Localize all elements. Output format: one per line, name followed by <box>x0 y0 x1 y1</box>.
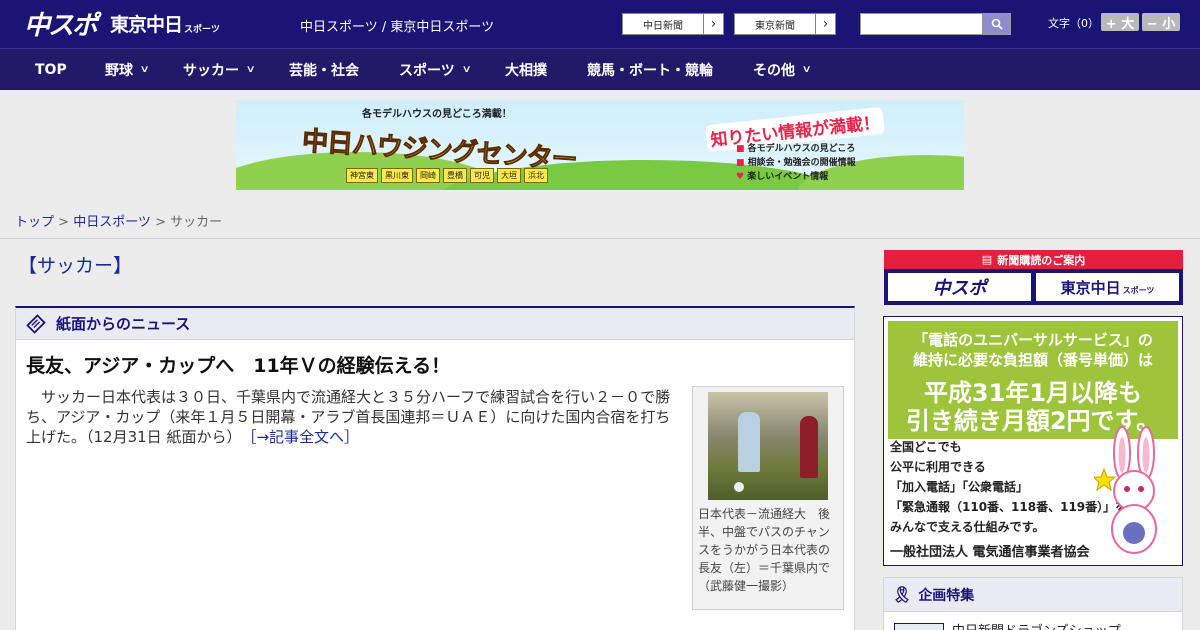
subscribe-tokyo-chunichi-button[interactable]: 東京中日 スポーツ <box>1036 273 1179 301</box>
banner-top-text: 各モデルハウスの見どころ満載！ <box>362 109 512 120</box>
news-panel-header: 紙面からのニュース <box>16 308 854 340</box>
universal-service-ad[interactable]: 「電話のユニバーサルサービス」の 維持に必要な負担額（番号単価）は 平成31年1… <box>883 316 1183 566</box>
bunny-mascot-icon <box>1094 426 1157 554</box>
search-input[interactable] <box>860 13 983 35</box>
nav-item-soccer[interactable]: サッカー ∨ <box>183 49 256 90</box>
nav-item-entertainment[interactable]: 芸能・社会 <box>289 49 359 90</box>
site-header: 中スポ 東京中日 スポーツ 中日スポーツ / 東京中日スポーツ 中日新聞 › 東… <box>0 0 1200 48</box>
subscribe-chusupo-button[interactable]: 中スポ <box>888 273 1031 301</box>
tokyo-shimbun-link[interactable]: 東京新聞 › <box>734 13 836 35</box>
font-larger-button[interactable]: + 大 <box>1101 13 1139 32</box>
nav-item-racing[interactable]: 競馬・ボート・競輪 <box>587 49 713 90</box>
ad-description: 全国どこでも 公平に利用できる 「加入電話」「公衆電話」 「緊急通報（110番、… <box>890 440 1128 534</box>
feature-title: 企画特集 <box>918 587 975 604</box>
search-icon <box>991 18 1003 30</box>
newspaper-icon <box>26 313 46 334</box>
chevron-right-icon: › <box>703 14 723 34</box>
news-section-label: 紙面からのニュース <box>56 315 191 333</box>
news-headline[interactable]: 長友、アジア・カップへ 11年Ｖの経験伝える！ <box>26 351 450 378</box>
chevron-down-icon: ∨ <box>801 64 812 75</box>
search-button[interactable] <box>982 13 1011 35</box>
logo-tokyo-chunichi: 東京中日 <box>110 13 183 36</box>
nav-item-baseball[interactable]: 野球 ∨ <box>105 49 150 90</box>
chevron-down-icon: ∨ <box>461 64 472 75</box>
calendar-icon: ■ <box>736 158 745 168</box>
news-photo-box: 日本代表－流通経大 後半、中盤でパスのチャンスをうかがう日本代表の長友（左）＝千… <box>692 386 844 610</box>
subscription-header: ▤ 新聞購読のご案内 <box>884 250 1183 269</box>
ribbon-icon: 🎗 <box>892 585 913 604</box>
news-panel: 紙面からのニュース 長友、アジア・カップへ 11年Ｖの経験伝える！ サッカー日本… <box>15 306 855 630</box>
breadcrumb: トップ > 中日スポーツ > サッカー <box>15 215 223 230</box>
feature-thumbnail <box>894 622 944 630</box>
main-nav: TOP 野球 ∨ サッカー ∨ 芸能・社会 スポーツ ∨ 大相撲 競馬・ボート・競輪 … <box>0 48 1200 90</box>
photo-caption: 日本代表－流通経大 後半、中盤でパスのチャンスをうかがう日本代表の長友（左）＝千… <box>698 507 831 593</box>
feature-item[interactable]: 中日新聞ドラゴンズショップ <box>894 620 1121 630</box>
heart-icon: ♥ <box>736 172 745 182</box>
chevron-right-icon: › <box>815 14 835 34</box>
house-icon: ■ <box>736 144 745 154</box>
newspaper-icon: ▤ <box>981 253 993 266</box>
subscription-box: ▤ 新聞購読のご案内 中スポ 東京中日 スポーツ <box>884 250 1183 305</box>
chevron-down-icon: ∨ <box>139 64 150 75</box>
chunichi-shimbun-link[interactable]: 中日新聞 › <box>622 13 724 35</box>
page-title: 【サッカー】 <box>18 255 133 277</box>
logo-sports-label: スポーツ <box>184 24 220 35</box>
site-logo[interactable]: 中スポ 東京中日 スポーツ <box>24 8 220 41</box>
nav-item-sports[interactable]: スポーツ ∨ <box>399 49 472 90</box>
breadcrumb-top-link[interactable]: トップ <box>15 215 54 230</box>
read-more-link[interactable]: ［→記事全文へ］ <box>249 428 359 446</box>
site-names: 中日スポーツ / 東京中日スポーツ <box>300 20 495 35</box>
nav-item-top[interactable]: TOP <box>35 49 67 90</box>
font-smaller-button[interactable]: − 小 <box>1142 13 1180 32</box>
ad-sponsor: 一般社団法人 電気通信事業者協会 <box>890 545 1090 560</box>
breadcrumb-chunichi-sports-link[interactable]: 中日スポーツ <box>73 215 151 230</box>
chevron-down-icon: ∨ <box>245 64 256 75</box>
nav-item-sumo[interactable]: 大相撲 <box>505 49 547 90</box>
banner-towns: 神宮東 黒川東 岡崎 豊橋 可児 大垣 浜北 <box>346 168 548 183</box>
news-body: サッカー日本代表は３０日、千葉県内で流通経大と３５分ハーフで練習試合を行い２－０… <box>26 388 671 446</box>
breadcrumb-current: サッカー <box>170 215 223 230</box>
logo-chusupo: 中スポ <box>24 10 98 41</box>
housing-center-banner[interactable]: 各モデルハウスの見どころ満載！ 中日ハウジングセンター 知りたい情報が満載！ 神… <box>236 100 964 190</box>
news-photo[interactable] <box>708 392 828 500</box>
font-size-label: 文字（0） <box>1048 17 1099 30</box>
nav-item-other[interactable]: その他 ∨ <box>753 49 812 90</box>
feature-section: 🎗 企画特集 中日新聞ドラゴンズショップ <box>883 577 1183 630</box>
banner-info-list: ■ 各モデルハウスの見どころ ■ 相談会・勉強会の開催情報 ♥ 楽しいイベント情… <box>736 144 856 182</box>
